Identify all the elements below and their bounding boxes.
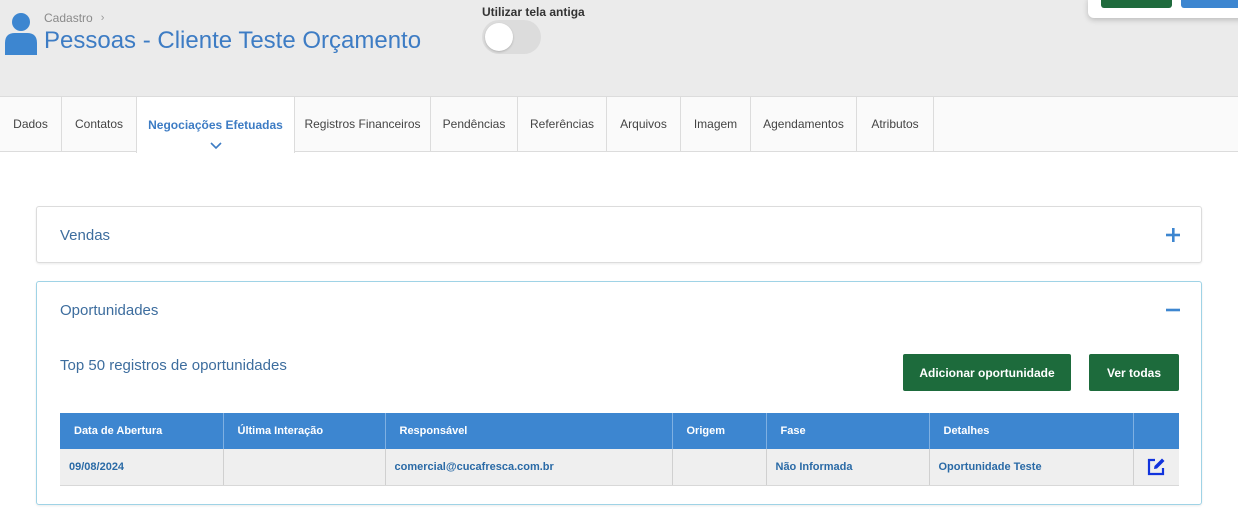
toggle-knob bbox=[485, 23, 513, 51]
old-screen-toggle-label: Utilizar tela antiga bbox=[482, 5, 585, 19]
tab-label: Negociações Efetuadas bbox=[148, 118, 283, 132]
cell-detalhes: Oportunidade Teste bbox=[929, 449, 1134, 486]
view-all-button[interactable]: Ver todas bbox=[1089, 354, 1179, 391]
tab-arquivos[interactable]: Arquivos bbox=[607, 96, 681, 152]
breadcrumb: Cadastro › bbox=[44, 11, 104, 25]
oportunidades-panel-title[interactable]: Oportunidades bbox=[60, 302, 158, 319]
tab-pendencias[interactable]: Pendências bbox=[431, 96, 518, 152]
tab-atributos[interactable]: Atributos bbox=[857, 96, 934, 152]
minus-icon[interactable] bbox=[1165, 302, 1181, 318]
oportunidades-subtitle: Top 50 registros de oportunidades bbox=[60, 357, 287, 374]
cell-responsavel: comercial@cucafresca.com.br bbox=[385, 449, 673, 486]
tab-label: Pendências bbox=[442, 117, 506, 131]
vendas-panel-title[interactable]: Vendas bbox=[60, 227, 110, 244]
header-actions-popup bbox=[1088, 0, 1238, 18]
tab-referencias[interactable]: Referências bbox=[518, 96, 607, 152]
tab-contatos[interactable]: Contatos bbox=[62, 96, 137, 152]
column-header-detalhes[interactable]: Detalhes bbox=[929, 413, 1134, 449]
tab-negociacoes-efetuadas[interactable]: Negociações Efetuadas bbox=[136, 96, 295, 153]
header-blue-button[interactable] bbox=[1181, 0, 1238, 8]
cell-origem bbox=[672, 449, 767, 486]
tab-label: Arquivos bbox=[620, 117, 667, 131]
vendas-panel: Vendas bbox=[36, 206, 1202, 263]
old-screen-toggle[interactable] bbox=[482, 20, 541, 54]
add-opportunity-button[interactable]: Adicionar oportunidade bbox=[903, 354, 1071, 391]
tab-registros-financeiros[interactable]: Registros Financeiros bbox=[295, 96, 431, 152]
tab-label: Referências bbox=[529, 117, 595, 131]
cell-fase: Não Informada bbox=[766, 449, 930, 486]
tab-label: Imagem bbox=[693, 117, 738, 131]
column-header-origem[interactable]: Origem bbox=[672, 413, 767, 449]
user-icon bbox=[5, 13, 37, 55]
breadcrumb-item-cadastro[interactable]: Cadastro bbox=[44, 11, 93, 25]
chevron-right-icon: › bbox=[100, 12, 105, 24]
page-title: Pessoas - Cliente Teste Orçamento bbox=[44, 27, 422, 54]
column-header-ultima-interacao[interactable]: Última Interação bbox=[223, 413, 386, 449]
cell-actions bbox=[1133, 449, 1179, 486]
header-green-button[interactable] bbox=[1101, 0, 1172, 8]
opportunities-table: Data de Abertura Última Interação Respon… bbox=[60, 413, 1179, 486]
table-row[interactable]: 09/08/2024 comercial@cucafresca.com.br N… bbox=[60, 449, 1179, 486]
tab-label: Agendamentos bbox=[763, 117, 844, 131]
column-header-responsavel[interactable]: Responsável bbox=[385, 413, 673, 449]
page-header: Cadastro › Pessoas - Cliente Teste Orçam… bbox=[0, 0, 1238, 96]
plus-icon[interactable] bbox=[1165, 227, 1181, 243]
column-header-actions bbox=[1133, 413, 1179, 449]
tab-label: Contatos bbox=[74, 117, 124, 131]
oportunidades-panel: Oportunidades Top 50 registros de oportu… bbox=[36, 281, 1202, 505]
tab-label: Registros Financeiros bbox=[304, 117, 421, 131]
edit-icon[interactable] bbox=[1146, 457, 1166, 477]
tab-imagem[interactable]: Imagem bbox=[681, 96, 751, 152]
cell-ultima-interacao bbox=[223, 449, 386, 486]
tab-label: Atributos bbox=[871, 117, 919, 131]
chevron-down-icon bbox=[209, 142, 222, 150]
table-header-row: Data de Abertura Última Interação Respon… bbox=[60, 413, 1179, 449]
tab-agendamentos[interactable]: Agendamentos bbox=[751, 96, 857, 152]
tab-bar: Dados Contatos Negociações Efetuadas Reg… bbox=[0, 96, 1238, 153]
cell-data-abertura: 09/08/2024 bbox=[60, 449, 224, 486]
column-header-fase[interactable]: Fase bbox=[766, 413, 930, 449]
column-header-data-abertura[interactable]: Data de Abertura bbox=[60, 413, 224, 449]
tab-label: Dados bbox=[13, 117, 48, 131]
tab-dados[interactable]: Dados bbox=[0, 96, 62, 152]
